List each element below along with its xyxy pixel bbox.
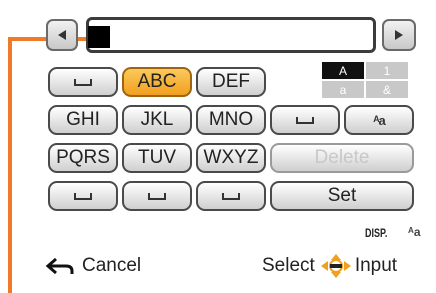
case-toggle-icon: ᴬa bbox=[408, 225, 421, 239]
text-input-field[interactable] bbox=[86, 17, 376, 53]
input-label: Input bbox=[354, 255, 398, 276]
mode-lowercase: a bbox=[322, 81, 364, 98]
space-key-1[interactable] bbox=[48, 67, 118, 97]
arrow-right-icon bbox=[395, 30, 403, 40]
cursor-right-button[interactable] bbox=[382, 19, 416, 51]
key-tuv[interactable]: TUV bbox=[122, 143, 192, 173]
mode-symbols: & bbox=[366, 81, 408, 98]
callout-line-vertical bbox=[8, 37, 12, 293]
text-cursor bbox=[88, 26, 110, 48]
key-wxyz[interactable]: WXYZ bbox=[196, 143, 266, 173]
key-jkl[interactable]: JKL bbox=[122, 105, 192, 135]
space-icon bbox=[222, 192, 240, 200]
cancel-button[interactable]: Cancel bbox=[44, 253, 141, 279]
mode-digits: 1 bbox=[366, 62, 408, 79]
space-icon bbox=[74, 192, 92, 200]
key-set[interactable]: Set bbox=[270, 181, 414, 211]
space-icon bbox=[148, 192, 166, 200]
dpad-icon bbox=[320, 254, 351, 278]
key-mno[interactable]: MNO bbox=[196, 105, 266, 135]
space-key-4[interactable] bbox=[122, 181, 192, 211]
input-mode-indicator: A 1 a & bbox=[322, 62, 408, 98]
cursor-left-button[interactable] bbox=[46, 19, 78, 51]
select-label: Select bbox=[262, 255, 315, 276]
disp-label: DISP. bbox=[365, 226, 388, 240]
key-def[interactable]: DEF bbox=[196, 67, 266, 97]
space-key-3[interactable] bbox=[48, 181, 118, 211]
arrow-left-icon bbox=[58, 30, 66, 40]
mode-uppercase: A bbox=[322, 62, 364, 79]
space-key-5[interactable] bbox=[196, 181, 266, 211]
key-ghi[interactable]: GHI bbox=[48, 105, 118, 135]
space-icon bbox=[74, 78, 92, 86]
case-toggle-key[interactable]: ᴬa bbox=[344, 105, 414, 135]
case-toggle-icon: ᴬa bbox=[373, 112, 386, 128]
return-arrow-icon bbox=[45, 257, 74, 275]
key-pqrs[interactable]: PQRS bbox=[48, 143, 118, 173]
cancel-label: Cancel bbox=[82, 255, 142, 276]
space-key-2[interactable] bbox=[270, 105, 340, 135]
key-abc[interactable]: ABC bbox=[122, 67, 192, 97]
space-icon bbox=[296, 116, 314, 124]
key-delete[interactable]: Delete bbox=[270, 143, 414, 173]
select-input-hint: Select Input bbox=[262, 253, 397, 279]
